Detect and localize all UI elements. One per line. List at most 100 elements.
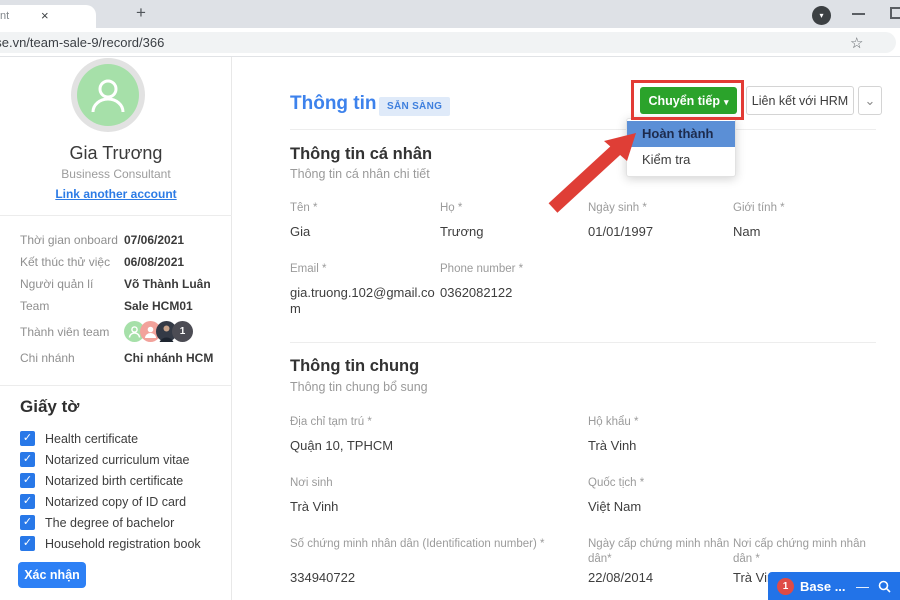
link-hrm-button[interactable]: Liên kết với HRM	[746, 86, 854, 115]
section-divider	[290, 342, 876, 343]
url-text[interactable]: ase.vn/team-sale-9/record/366	[0, 35, 164, 50]
caret-down-icon: ▾	[724, 97, 729, 107]
field-label: Email *	[290, 262, 444, 277]
detail-label: Kết thúc thử việc	[20, 255, 124, 270]
general-section-subheading: Thông tin chung bổ sung	[290, 380, 428, 394]
checkbox-household-book[interactable]: ✓ Household registration book	[20, 533, 201, 554]
field-label: Quốc tịch *	[588, 476, 644, 491]
page-title: Thông tin	[290, 93, 377, 115]
forward-dropdown-menu: Hoàn thành Kiểm tra	[626, 118, 736, 177]
field-id-issue-date: Ngày cấp chứng minh nhân dân* 22/08/2014	[588, 537, 740, 592]
field-value: Trà Vinh	[290, 499, 338, 515]
sidebar-divider	[0, 385, 232, 386]
new-tab-icon[interactable]: +	[136, 3, 146, 23]
checkbox-checked-icon[interactable]: ✓	[20, 431, 35, 446]
window-maximize-icon[interactable]	[890, 7, 900, 19]
avatar	[71, 58, 145, 132]
checkbox-bachelor-degree[interactable]: ✓ The degree of bachelor	[20, 512, 201, 533]
team-avatar-group[interactable]: 1	[124, 321, 193, 342]
checkbox-checked-icon[interactable]: ✓	[20, 536, 35, 551]
field-label: Ngày sinh *	[588, 201, 653, 216]
field-label: Số chứng minh nhân dân (Identification n…	[290, 537, 620, 552]
field-last-name: Họ * Trương	[440, 201, 483, 240]
detail-row-team: Team Sale HCM01	[20, 299, 220, 314]
detail-label: Người quản lí	[20, 277, 124, 292]
header-divider	[290, 129, 876, 130]
team-avatar-count[interactable]: 1	[172, 321, 193, 342]
field-email: Email * gia.truong.102@gmail.com	[290, 262, 444, 317]
bookmark-star-icon[interactable]: ☆	[850, 34, 863, 52]
forward-button-label: Chuyển tiếp	[648, 94, 720, 108]
base-chat-widget[interactable]: 1 Base ... —	[768, 572, 900, 600]
browser-toolbar: ase.vn/team-sale-9/record/366 ☆	[0, 28, 900, 57]
browser-tab[interactable]: nt ×	[0, 5, 96, 28]
profile-name: Gia Trương	[0, 143, 232, 164]
documents-checklist: ✓ Health certificate ✓ Notarized curricu…	[20, 428, 201, 554]
field-value: Gia	[290, 224, 318, 240]
link-another-account[interactable]: Link another account	[0, 187, 232, 201]
menu-item-check[interactable]: Kiểm tra	[627, 147, 735, 173]
checkbox-label: Notarized birth certificate	[45, 474, 183, 488]
checkbox-label: Household registration book	[45, 537, 201, 551]
detail-row-manager: Người quản lí Võ Thành Luân	[20, 277, 220, 292]
field-id-number: Số chứng minh nhân dân (Identification n…	[290, 537, 620, 592]
tab-title: nt	[0, 10, 9, 22]
field-temp-address: Địa chỉ tạm trú * Quận 10, TPHCM	[290, 415, 393, 454]
search-icon[interactable]	[878, 580, 891, 593]
field-value: 01/01/1997	[588, 224, 653, 240]
detail-value: Chi nhánh HCM	[124, 351, 213, 366]
address-bar[interactable]: ase.vn/team-sale-9/record/366 ☆	[0, 32, 896, 53]
confirm-button[interactable]: Xác nhận	[18, 562, 86, 588]
field-birthplace: Nơi sinh Trà Vinh	[290, 476, 338, 515]
field-first-name: Tên * Gia	[290, 201, 318, 240]
widget-minimize-icon[interactable]: —	[856, 579, 869, 594]
checkbox-checked-icon[interactable]: ✓	[20, 494, 35, 509]
checkbox-checked-icon[interactable]: ✓	[20, 452, 35, 467]
general-section-heading: Thông tin chung	[290, 357, 419, 376]
profile-role: Business Consultant	[0, 167, 232, 181]
field-value: Nam	[733, 224, 785, 240]
menu-item-complete[interactable]: Hoàn thành	[627, 121, 735, 147]
checkbox-health-certificate[interactable]: ✓ Health certificate	[20, 428, 201, 449]
field-nationality: Quốc tịch * Việt Nam	[588, 476, 644, 515]
detail-row-branch: Chi nhánh Chi nhánh HCM	[20, 351, 220, 366]
detail-value: 06/08/2021	[124, 255, 184, 270]
tab-close-icon[interactable]: ×	[41, 8, 49, 23]
checkbox-label: Notarized copy of ID card	[45, 495, 186, 509]
checkbox-curriculum-vitae[interactable]: ✓ Notarized curriculum vitae	[20, 449, 201, 470]
notification-badge: 1	[777, 578, 794, 595]
field-value: Việt Nam	[588, 499, 644, 515]
documents-heading: Giấy tờ	[20, 397, 79, 417]
personal-section-heading: Thông tin cá nhân	[290, 145, 432, 164]
detail-value: Sale HCM01	[124, 299, 193, 314]
field-label: Hộ khẩu *	[588, 415, 639, 430]
detail-label: Team	[20, 299, 124, 314]
checkbox-label: Health certificate	[45, 432, 138, 446]
checkbox-label: The degree of bachelor	[45, 516, 174, 530]
detail-row-onboard: Thời gian onboard 07/06/2021	[20, 233, 220, 248]
window-minimize-icon[interactable]	[852, 13, 865, 15]
checkbox-label: Notarized curriculum vitae	[45, 453, 190, 467]
detail-value: 07/06/2021	[124, 233, 184, 248]
personal-section-subheading: Thông tin cá nhân chi tiết	[290, 167, 430, 181]
widget-title: Base ...	[800, 579, 856, 594]
field-birthdate: Ngày sinh * 01/01/1997	[588, 201, 653, 240]
field-household: Hộ khẩu * Trà Vinh	[588, 415, 639, 454]
avatar-circle	[77, 64, 139, 126]
checkbox-checked-icon[interactable]: ✓	[20, 473, 35, 488]
field-label: Họ *	[440, 201, 483, 216]
profile-sidebar: Gia Trương Business Consultant Link anot…	[0, 57, 232, 600]
checkbox-checked-icon[interactable]: ✓	[20, 515, 35, 530]
browser-update-badge-icon[interactable]: ▾	[812, 6, 831, 25]
detail-label: Thời gian onboard	[20, 233, 124, 248]
checkbox-birth-certificate[interactable]: ✓ Notarized birth certificate	[20, 470, 201, 491]
record-panel: Thông tin SẴN SÀNG Chuyển tiếp▾ Liên kết…	[233, 57, 900, 600]
more-actions-button[interactable]: ⌄	[858, 86, 882, 115]
field-value: 22/08/2014	[588, 570, 653, 586]
profile-details: Thời gian onboard 07/06/2021 Kết thúc th…	[20, 233, 220, 373]
forward-button[interactable]: Chuyển tiếp ▾	[640, 87, 737, 114]
checkbox-id-card-copy[interactable]: ✓ Notarized copy of ID card	[20, 491, 201, 512]
browser-tabstrip: nt × + ▾	[0, 0, 900, 28]
app-content: Gia Trương Business Consultant Link anot…	[0, 57, 900, 600]
field-value: 0362082122	[440, 285, 523, 301]
